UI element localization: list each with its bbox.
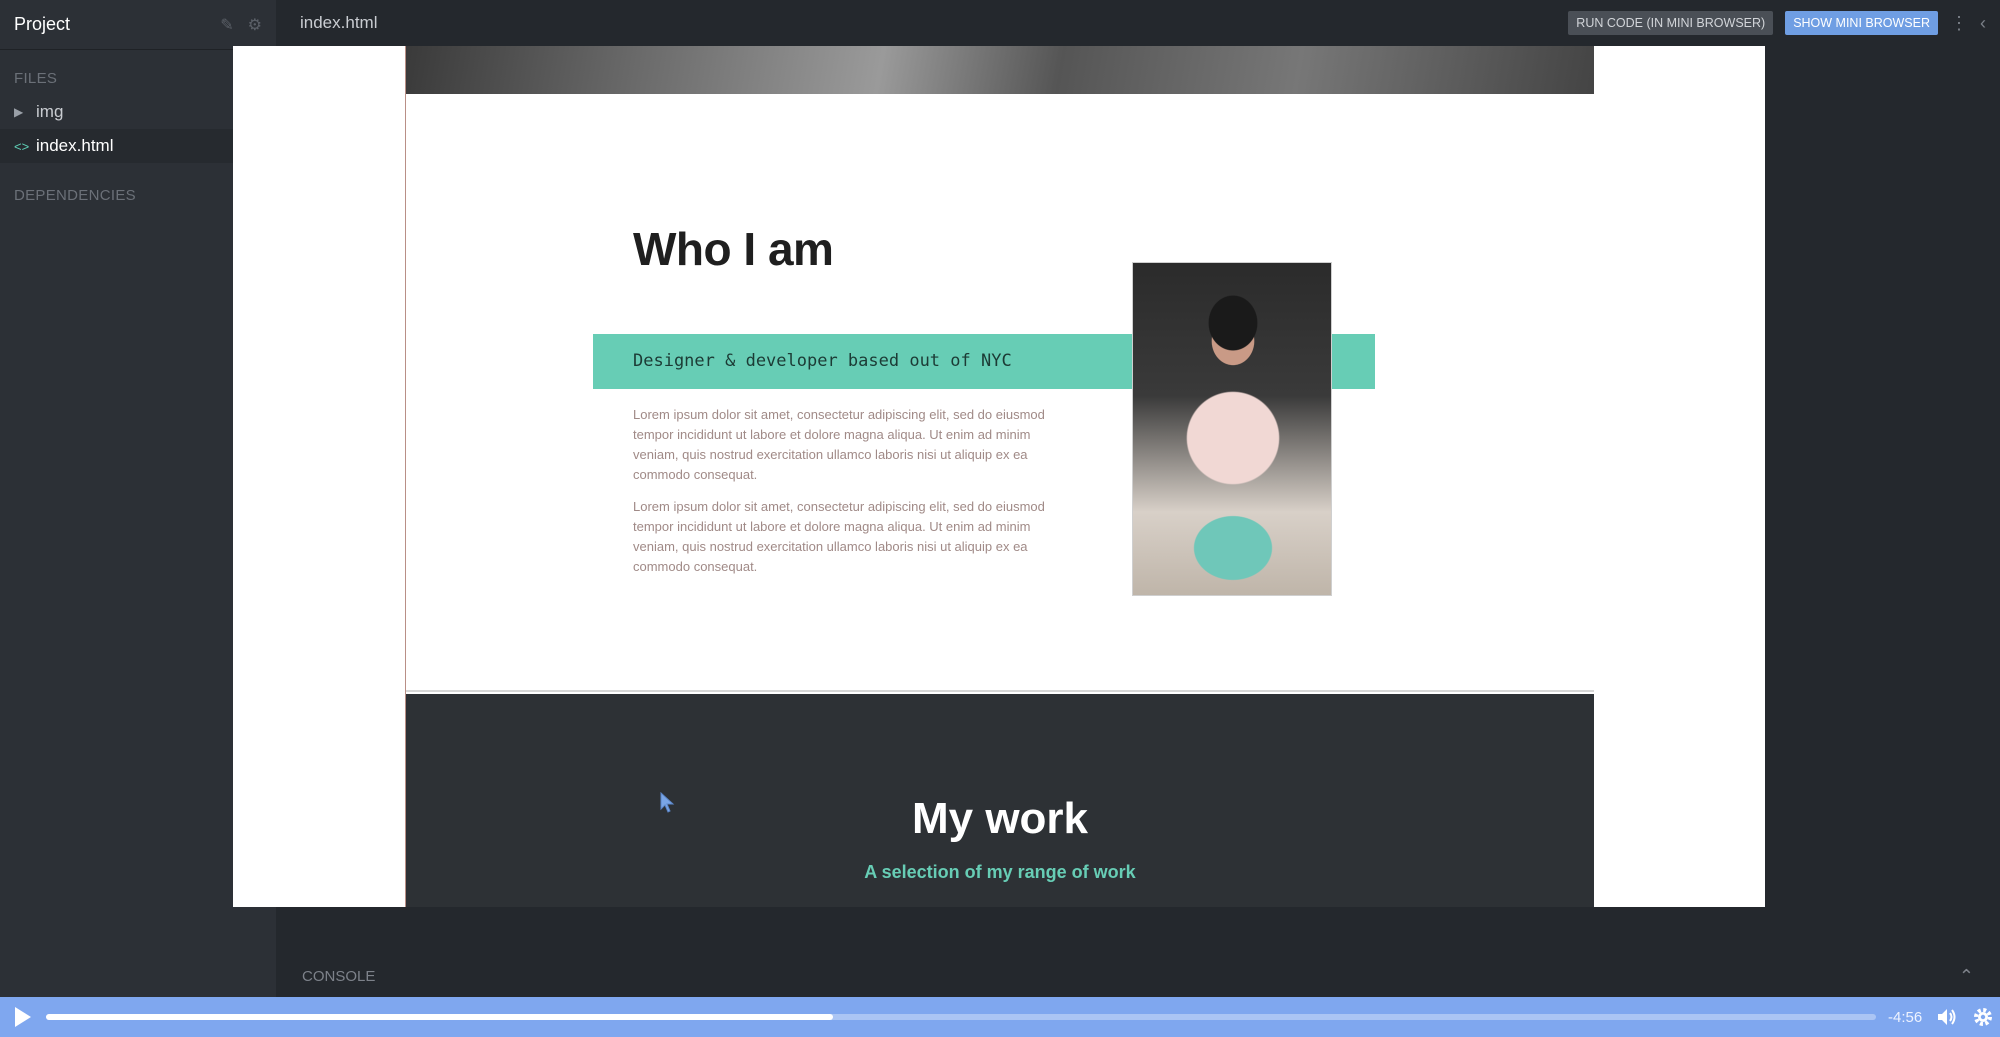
gear-icon[interactable]: ⚙	[248, 15, 262, 35]
progress-fill	[46, 1014, 833, 1020]
console-label: CONSOLE	[302, 967, 376, 985]
work-section: My work A selection of my range of work	[406, 694, 1594, 907]
tab-index-html[interactable]: index.html	[300, 13, 377, 33]
time-remaining: -4:56	[1888, 1008, 1923, 1026]
mouse-cursor-icon	[660, 791, 676, 819]
about-paragraph: Lorem ipsum dolor sit amet, consectetur …	[633, 407, 1045, 482]
portrait-image	[1132, 262, 1332, 596]
work-title: My work	[911, 794, 1089, 843]
about-subtitle: Designer & developer based out of NYC	[633, 351, 1012, 371]
work-subtitle: A selection of my range of work	[864, 862, 1136, 882]
more-vertical-icon[interactable]: ⋮	[1950, 13, 1968, 34]
progress-track[interactable]	[46, 1014, 1876, 1020]
file-name: index.html	[36, 136, 114, 155]
hero-image-strip	[406, 46, 1594, 94]
video-player-bar: -4:56	[0, 997, 2000, 1037]
play-icon[interactable]	[0, 1005, 46, 1029]
triangle-right-icon: ▶	[14, 105, 24, 119]
sidebar-header: Project ✎ ⚙	[0, 0, 276, 50]
run-code-button[interactable]: RUN CODE (IN MINI BROWSER)	[1568, 11, 1774, 35]
about-title: Who I am	[633, 223, 834, 275]
chevron-left-icon[interactable]: ‹	[1980, 13, 1986, 34]
project-title: Project	[14, 14, 71, 34]
preview-window: Who I am Designer & developer based out …	[233, 46, 1765, 907]
gear-icon[interactable]	[1972, 1006, 1994, 1028]
about-section: Who I am Designer & developer based out …	[406, 94, 1594, 692]
chevron-up-icon[interactable]: ⌃	[1959, 966, 1974, 987]
console-bar[interactable]: CONSOLE ⌃	[276, 955, 2000, 997]
sidebar-header-icons: ✎ ⚙	[220, 15, 262, 35]
file-name: img	[36, 102, 64, 121]
editor-topbar: index.html RUN CODE (IN MINI BROWSER) SH…	[276, 0, 2000, 46]
about-paragraph: Lorem ipsum dolor sit amet, consectetur …	[633, 499, 1045, 574]
site-preview: Who I am Designer & developer based out …	[405, 46, 1594, 907]
show-mini-browser-button[interactable]: SHOW MINI BROWSER	[1785, 11, 1938, 35]
topbar-actions: RUN CODE (IN MINI BROWSER) SHOW MINI BRO…	[1568, 11, 2000, 35]
code-icon: <>	[14, 138, 30, 154]
pencil-icon[interactable]: ✎	[220, 15, 233, 35]
volume-icon[interactable]	[1936, 1007, 1958, 1027]
